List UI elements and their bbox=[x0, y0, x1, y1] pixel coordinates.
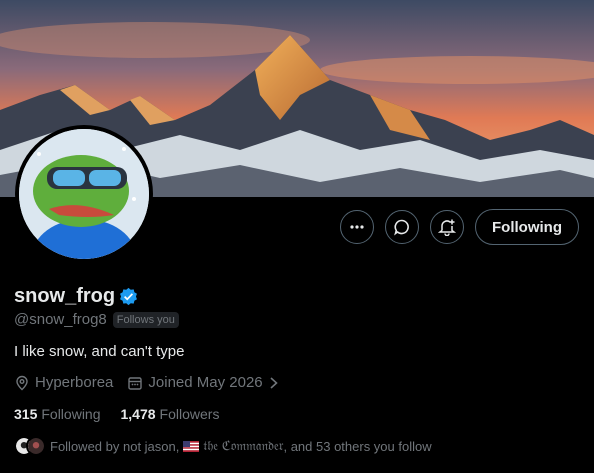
handle: @snow_frog8 bbox=[14, 311, 107, 328]
follow-stats: 315 Following 1,478 Followers bbox=[14, 406, 239, 422]
follows-you-badge: Follows you bbox=[112, 311, 179, 328]
followed-by-name2: 𝔱𝔥𝔢 ℭ𝔬𝔪𝔪𝔞𝔫𝔡𝔢𝔯 bbox=[203, 438, 284, 453]
followed-by-prefix: Followed by not jason, bbox=[50, 438, 180, 454]
profile-actions: Following bbox=[340, 209, 579, 245]
message-button[interactable] bbox=[385, 210, 420, 244]
us-flag-icon bbox=[183, 440, 200, 452]
location-text: Hyperborea bbox=[35, 374, 114, 391]
followers-count: 1,478 bbox=[120, 406, 156, 422]
more-button[interactable] bbox=[340, 210, 375, 244]
followed-by-row[interactable]: Followed by not jason, 𝔱𝔥𝔢 ℭ𝔬𝔪𝔪𝔞𝔫𝔡𝔢𝔯 , a… bbox=[14, 436, 432, 456]
followed-by-suffix: , and 53 others you follow bbox=[283, 438, 432, 454]
notify-button[interactable] bbox=[430, 210, 465, 244]
followers-stat[interactable]: 1,478 Followers bbox=[121, 406, 220, 422]
following-button[interactable]: Following bbox=[475, 209, 579, 245]
bell-plus-icon bbox=[438, 219, 457, 236]
followers-label: Followers bbox=[159, 406, 220, 422]
following-count: 315 bbox=[14, 406, 38, 422]
more-icon bbox=[350, 225, 364, 229]
following-stat[interactable]: 315 Following bbox=[14, 406, 101, 422]
followed-by-avatars bbox=[14, 436, 46, 456]
profile-avatar[interactable] bbox=[15, 125, 153, 263]
handle-row: @snow_frog8 Follows you bbox=[14, 311, 179, 328]
message-icon bbox=[394, 219, 409, 236]
joined-text: Joined May 2026 bbox=[148, 374, 263, 391]
name-row: snow_frog bbox=[14, 285, 138, 308]
calendar-icon bbox=[128, 376, 143, 390]
profile-meta: Hyperborea Joined May 2026 bbox=[14, 374, 294, 391]
location-pin-icon bbox=[16, 375, 28, 390]
display-name: snow_frog bbox=[14, 285, 116, 307]
following-label: Following bbox=[41, 406, 101, 422]
joined-item[interactable]: Joined May 2026 bbox=[127, 374, 279, 391]
location-item: Hyperborea bbox=[14, 374, 113, 391]
verified-badge-icon[interactable] bbox=[119, 287, 138, 306]
avatar bbox=[26, 436, 46, 456]
bio: I like snow, and can't type bbox=[14, 343, 185, 360]
chevron-right-icon bbox=[270, 376, 278, 389]
